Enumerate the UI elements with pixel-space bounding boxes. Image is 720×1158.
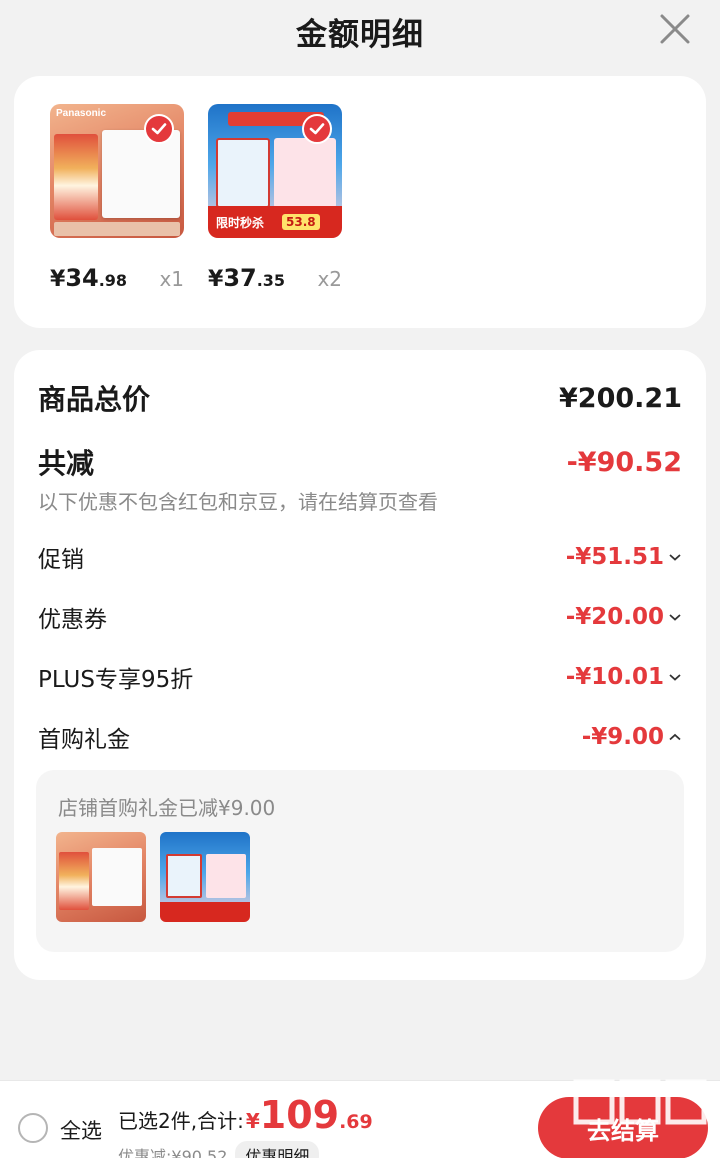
product-image[interactable]: 限时秒杀 53.8 <box>208 104 342 238</box>
product-item[interactable]: Panasonic <box>50 104 184 238</box>
discount-row-first-purchase[interactable]: 首购礼金 -¥9.00 <box>38 720 682 754</box>
select-all-label[interactable]: 全选 <box>60 1115 102 1145</box>
discount-label: 促销 <box>38 547 84 573</box>
chevron-down-icon <box>669 554 681 561</box>
discount-summary: 优惠减:¥90.52 优惠明细 <box>118 1141 320 1158</box>
gift-product-image <box>56 832 146 922</box>
discount-label: PLUS专享95折 <box>38 667 194 693</box>
checkmark-icon <box>144 114 174 144</box>
first-purchase-gift-detail: 店铺首购礼金已减¥9.00 <box>36 770 684 952</box>
reduction-note: 以下优惠不包含红包和京豆，请在结算页查看 <box>38 490 438 514</box>
discount-row-coupon[interactable]: 优惠券 -¥20.00 <box>38 600 682 634</box>
product-quantity: x2 <box>317 267 342 291</box>
gift-product-image <box>160 832 250 922</box>
gift-detail-title: 店铺首购礼金已减¥9.00 <box>58 796 276 820</box>
close-icon[interactable] <box>658 12 692 46</box>
select-all-radio[interactable] <box>18 1113 48 1143</box>
amount-detail-card: 商品总价 ¥200.21 共减 -¥90.52 以下优惠不包含红包和京豆，请在结… <box>14 350 706 980</box>
chevron-down-icon <box>669 614 681 621</box>
total-reduction-row: 共减 -¥90.52 <box>38 442 682 482</box>
total-price-value: ¥200.21 <box>559 382 682 414</box>
summary-label: 已选2件,合计: <box>118 1109 244 1133</box>
total-integer: 109 <box>259 1093 340 1137</box>
selected-products-card: Panasonic ¥34.98 x1 限时秒杀 53.8 ¥37.35 x2 <box>14 76 706 328</box>
discount-row-promotion[interactable]: 促销 -¥51.51 <box>38 540 682 574</box>
checkout-button[interactable]: 去结算 <box>538 1097 708 1158</box>
order-summary: 已选2件,合计: ¥ 109 .69 <box>118 1093 373 1137</box>
product-price-row: ¥34.98 x1 <box>50 264 184 292</box>
sale-banner: 限时秒杀 53.8 <box>208 206 342 238</box>
product-item[interactable]: 限时秒杀 53.8 <box>208 104 342 238</box>
total-reduction-label: 共减 <box>38 447 95 480</box>
discount-label: 首购礼金 <box>38 727 130 753</box>
discount-row-plus[interactable]: PLUS专享95折 -¥10.01 <box>38 660 682 694</box>
switch-panel-graphic <box>102 130 180 218</box>
page-title: 金额明细 <box>296 16 424 53</box>
chevron-up-icon <box>669 733 681 741</box>
discount-label: 优惠券 <box>38 607 107 633</box>
product-quantity: x1 <box>159 267 184 291</box>
total-reduction-value: -¥90.52 <box>566 446 682 478</box>
chevron-down-icon <box>669 674 681 681</box>
header: 金额明细 <box>0 0 720 62</box>
product-price: ¥34.98 <box>50 264 128 292</box>
discount-detail-button[interactable]: 优惠明细 <box>235 1141 320 1158</box>
product-price: ¥37.35 <box>208 264 286 292</box>
discount-amount: 优惠减:¥90.52 <box>118 1147 228 1158</box>
total-symbol: ¥ <box>245 1109 260 1133</box>
product-image[interactable]: Panasonic <box>50 104 184 238</box>
checkmark-icon <box>302 114 332 144</box>
discount-value: -¥20.00 <box>565 604 664 630</box>
discount-value: -¥51.51 <box>565 544 664 570</box>
total-price-label: 商品总价 <box>38 383 151 416</box>
total-decimal: .69 <box>339 1111 373 1133</box>
discount-value: -¥10.01 <box>565 664 664 690</box>
checkout-bar: 全选 已选2件,合计: ¥ 109 .69 优惠减:¥90.52 优惠明细 去结… <box>0 1080 720 1158</box>
discount-value: -¥9.00 <box>581 724 664 750</box>
brand-logo: Panasonic <box>56 108 107 119</box>
product-price-row: ¥37.35 x2 <box>208 264 342 292</box>
total-price-row: 商品总价 ¥200.21 <box>38 378 682 418</box>
